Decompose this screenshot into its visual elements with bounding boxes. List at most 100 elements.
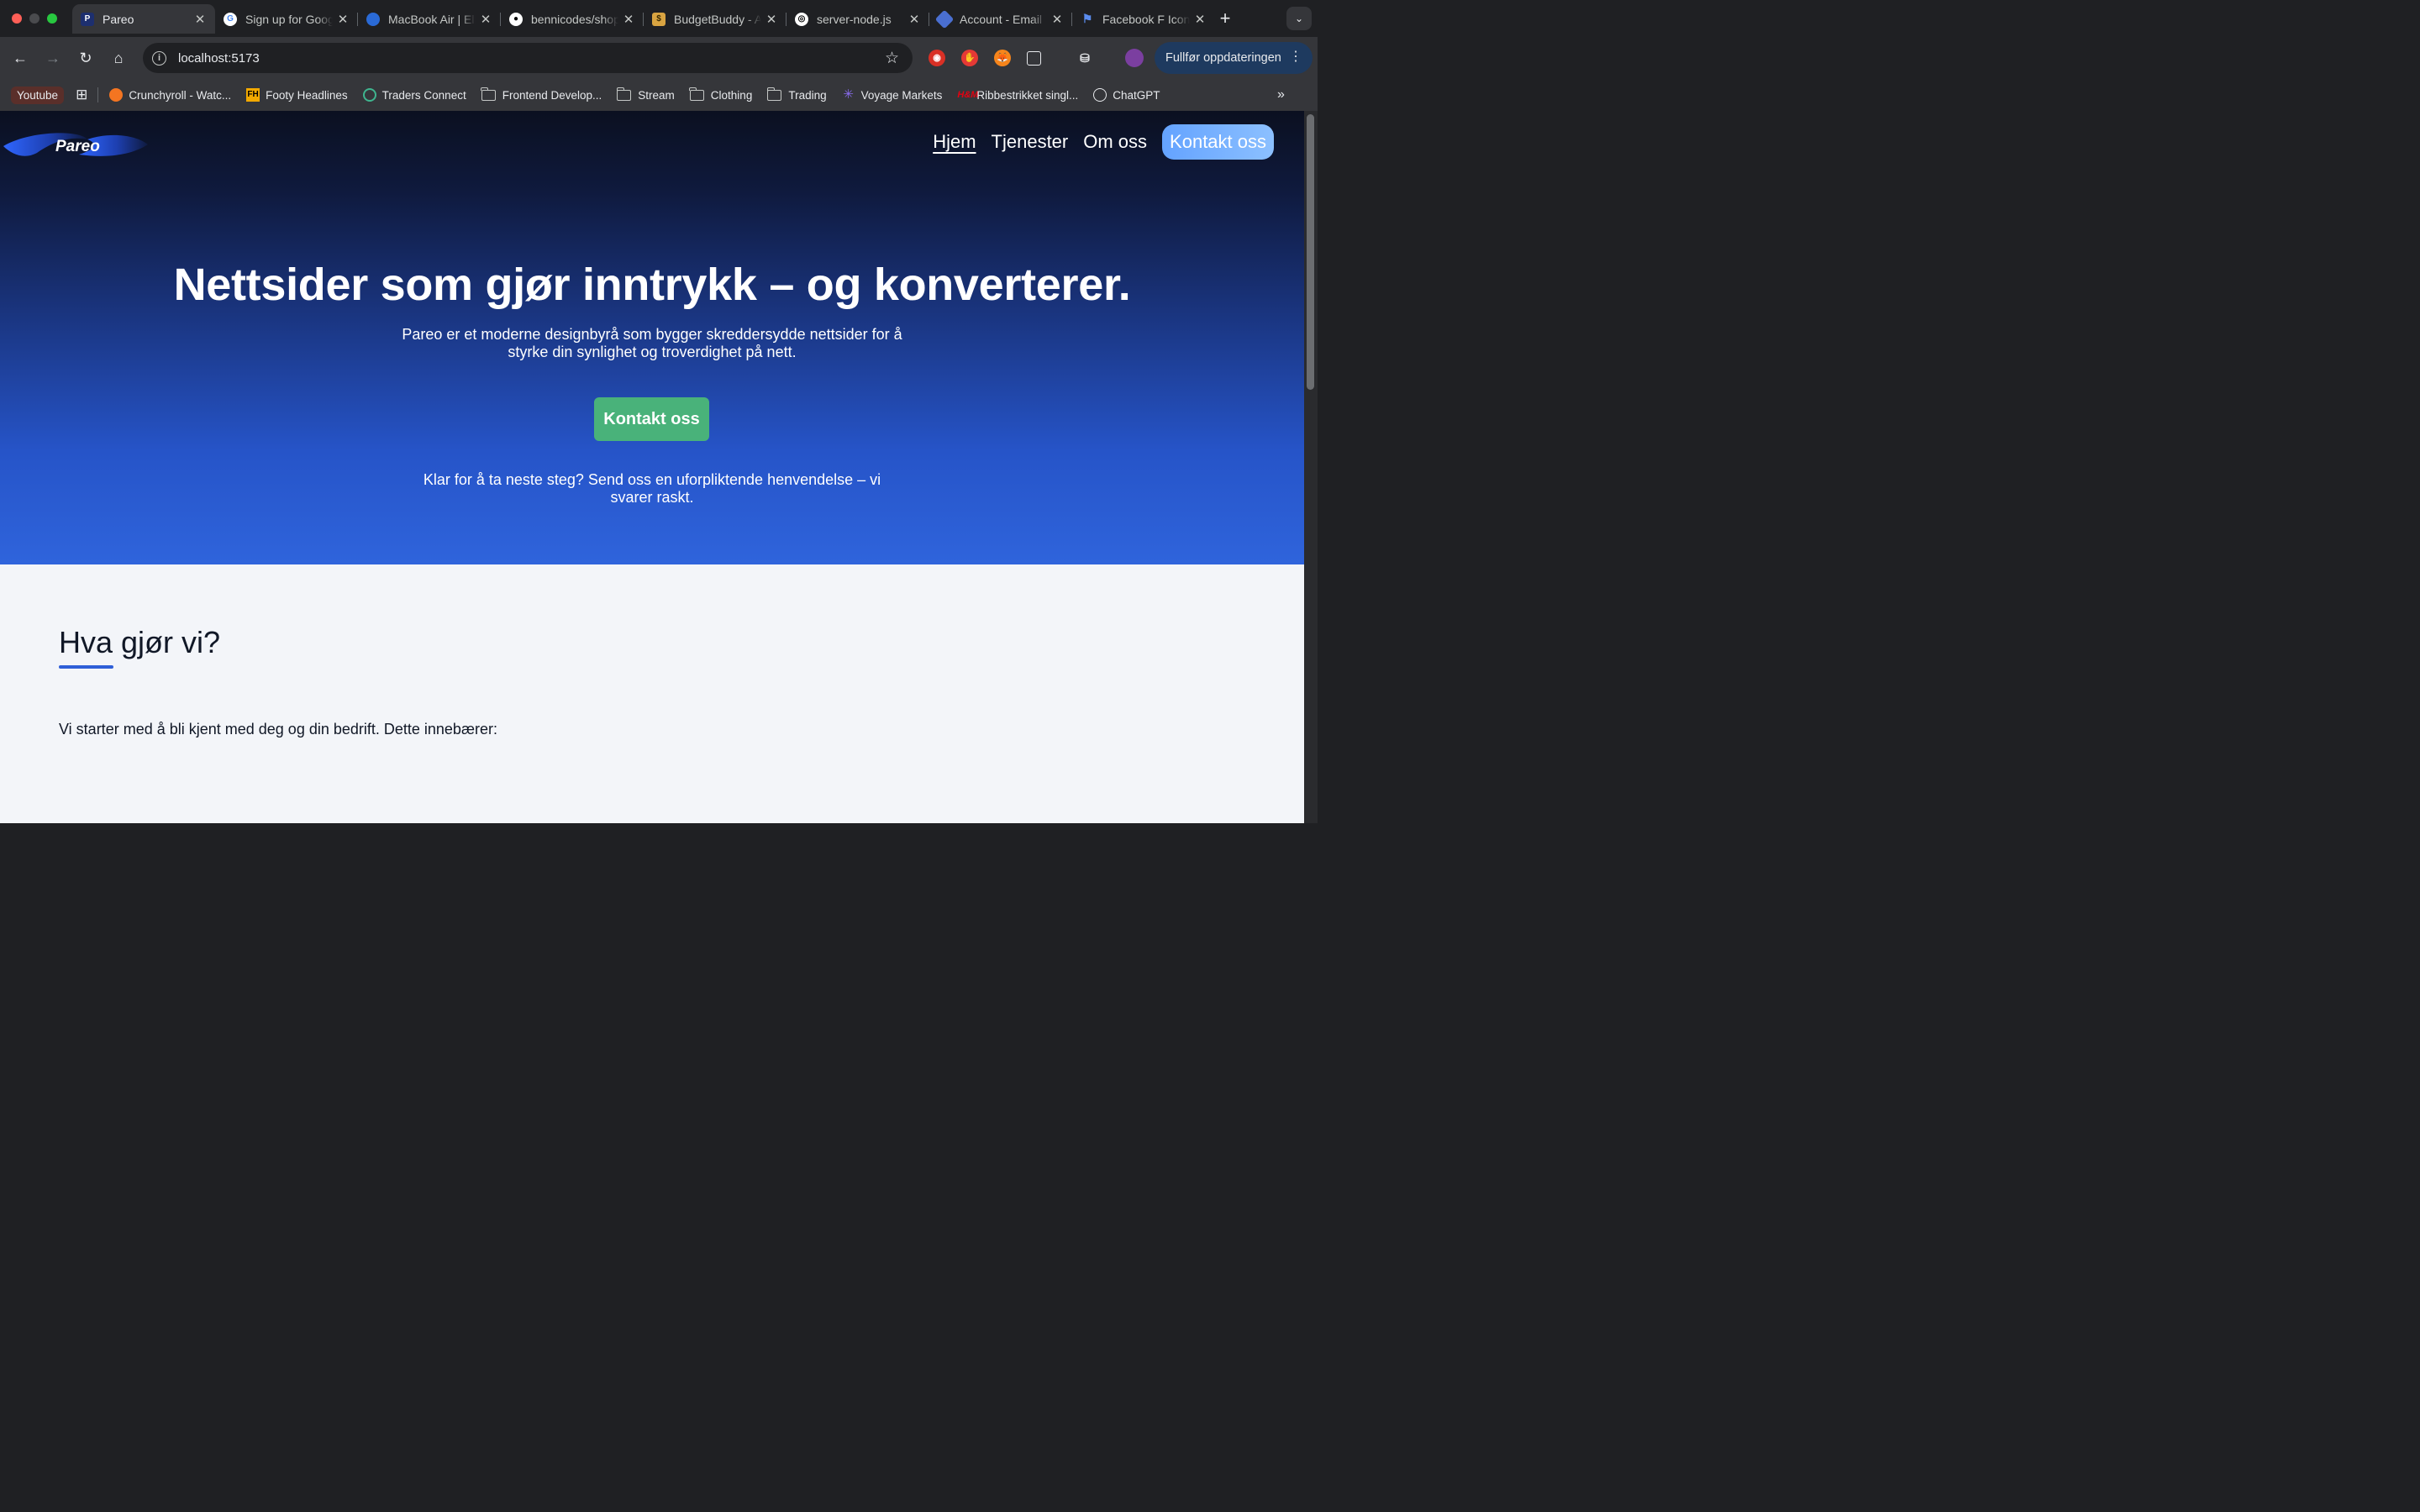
extension-red-icon[interactable]: ◉: [929, 50, 945, 66]
close-tab-icon[interactable]: ✕: [1193, 12, 1207, 27]
update-button[interactable]: Fullfør oppdateringen ⋮: [1155, 42, 1313, 74]
close-tab-icon[interactable]: ✕: [765, 12, 778, 27]
chatgpt-icon: ◎: [795, 12, 808, 26]
page-scrollbar[interactable]: [1304, 111, 1318, 823]
adblock-icon[interactable]: ✋: [961, 50, 978, 66]
folder-icon: [689, 87, 704, 101]
url-text[interactable]: localhost:5173: [178, 51, 885, 66]
close-window-button[interactable]: [12, 13, 22, 24]
hm-icon: H&M: [957, 90, 979, 100]
tab-facebook-icon[interactable]: ⚑ Facebook F Icon ✕: [1072, 4, 1215, 34]
update-label: Fullfør oppdateringen: [1165, 51, 1281, 65]
bookmark-star-icon[interactable]: ☆: [885, 49, 899, 68]
tab-budgetbuddy[interactable]: $ BudgetBuddy - App ✕: [644, 4, 786, 34]
bookmark-youtube[interactable]: Youtube: [11, 86, 65, 104]
bookmark-label: Traders Connect: [381, 88, 466, 102]
github-icon: ●: [509, 12, 523, 26]
close-tab-icon[interactable]: ✕: [193, 12, 207, 27]
section-body: Vi starter med å bli kjent med deg og di…: [59, 721, 497, 738]
bookmark-hm[interactable]: H&M Ribbestrikket singl...: [957, 88, 1078, 102]
bookmark-folder-frontend[interactable]: Frontend Develop...: [481, 87, 602, 102]
bookmark-footy-headlines[interactable]: FH Footy Headlines: [246, 88, 348, 102]
tab-google[interactable]: G Sign up for Google ✕: [215, 4, 358, 34]
minimize-window-button[interactable]: [29, 13, 39, 24]
hero-section: Pareo Hjem Tjenester Om oss Kontakt oss …: [0, 111, 1304, 564]
tab-title: server-node.js: [817, 12, 892, 26]
close-tab-icon[interactable]: ✕: [622, 12, 635, 27]
forward-button[interactable]: →: [43, 48, 63, 68]
address-bar[interactable]: i localhost:5173 ☆: [143, 43, 913, 73]
tab-title: BudgetBuddy - App: [674, 12, 761, 26]
tab-title: Sign up for Google: [245, 12, 333, 26]
apps-grid-icon[interactable]: ⊞: [76, 87, 87, 103]
tab-account[interactable]: Account - Email ✕: [929, 4, 1072, 34]
bookmark-label: ChatGPT: [1113, 88, 1160, 102]
scrollbar-thumb[interactable]: [1307, 114, 1314, 390]
tab-title: Pareo: [103, 12, 134, 26]
browser-titlebar: P Pareo ✕ G Sign up for Google ✕ MacBook…: [0, 0, 1318, 37]
tab-title: Account - Email: [960, 12, 1043, 26]
nav-contact-button[interactable]: Kontakt oss: [1162, 124, 1274, 160]
tab-pareo[interactable]: P Pareo ✕: [72, 4, 215, 34]
bookmark-label: Trading: [788, 88, 827, 102]
flag-icon: ⚑: [1081, 12, 1093, 25]
crunchyroll-icon: [109, 88, 124, 102]
metamask-icon[interactable]: 🦊: [994, 50, 1011, 66]
google-icon: G: [224, 12, 237, 26]
bookmark-folder-clothing[interactable]: Clothing: [689, 87, 752, 102]
extensions-puzzle-icon[interactable]: [1027, 51, 1041, 66]
elkjop-icon: [366, 12, 380, 26]
logo-text[interactable]: Pareo: [55, 138, 100, 156]
bookmarks-divider: [97, 87, 99, 102]
tab-title: bennicodes/shop: [531, 12, 618, 26]
bookmark-voyage-markets[interactable]: ✳ Voyage Markets: [842, 87, 943, 102]
tab-search-button[interactable]: ⌄: [1286, 7, 1312, 30]
budget-icon: $: [652, 12, 666, 26]
close-tab-icon[interactable]: ✕: [336, 12, 350, 27]
bookmark-crunchyroll[interactable]: Crunchyroll - Watc...: [109, 88, 231, 102]
profile-avatar[interactable]: [1125, 49, 1144, 67]
tab-macbook[interactable]: MacBook Air | Elkjøp ✕: [358, 4, 501, 34]
bookmark-label: Footy Headlines: [266, 88, 348, 102]
nav-link-tjenester[interactable]: Tjenester: [992, 131, 1069, 153]
tab-title: Facebook F Icon: [1102, 12, 1190, 26]
hero-contact-button[interactable]: Kontakt oss: [594, 397, 709, 441]
more-bookmarks-icon[interactable]: »: [1277, 87, 1285, 102]
account-icon: [934, 9, 955, 29]
tab-server-node[interactable]: ◎ server-node.js ✕: [786, 4, 929, 34]
maximize-window-button[interactable]: [47, 13, 57, 24]
bookmark-folder-stream[interactable]: Stream: [616, 87, 675, 102]
home-button[interactable]: ⌂: [108, 48, 129, 68]
hero-note: Klar for å ta neste steg? Send oss en uf…: [423, 471, 881, 506]
browser-toolbar: ← → ↻ ⌂ i localhost:5173 ☆ ◉ ✋ 🦊 ⛁ Fullf…: [0, 37, 1318, 79]
bookmark-traders-connect[interactable]: Traders Connect: [362, 88, 466, 102]
voyage-icon: ✳: [843, 87, 854, 102]
reload-button[interactable]: ↻: [76, 48, 96, 68]
close-tab-icon[interactable]: ✕: [479, 12, 492, 27]
hero-subtitle: Pareo er et moderne designbyrå som bygge…: [402, 326, 902, 360]
bookmark-label: Frontend Develop...: [502, 88, 602, 102]
folder-icon: [766, 87, 782, 101]
bookmark-label: Voyage Markets: [860, 88, 943, 102]
kebab-menu-icon[interactable]: ⋮: [1289, 49, 1302, 66]
section-title: Hva gjør vi?: [59, 625, 221, 659]
back-button[interactable]: ←: [10, 48, 30, 68]
close-tab-icon[interactable]: ✕: [908, 12, 921, 27]
tab-strip: P Pareo ✕ G Sign up for Google ✕ MacBook…: [72, 4, 1215, 34]
services-section: Hva gjør vi? Vi starter med å bli kjent …: [0, 564, 1304, 823]
tab-github[interactable]: ● bennicodes/shop ✕: [501, 4, 644, 34]
site-info-icon[interactable]: i: [152, 50, 166, 66]
bookmark-chatgpt[interactable]: ChatGPT: [1093, 88, 1160, 102]
bookmarks-bar: Youtube ⊞ Crunchyroll - Watc... FH Footy …: [0, 79, 1318, 111]
bookmark-folder-trading[interactable]: Trading: [766, 87, 827, 102]
folder-icon: [481, 87, 496, 101]
nav-link-hjem[interactable]: Hjem: [933, 131, 976, 153]
traders-icon: [362, 88, 376, 102]
close-tab-icon[interactable]: ✕: [1050, 12, 1064, 27]
nav-link-om-oss[interactable]: Om oss: [1083, 131, 1147, 153]
pareo-favicon: P: [81, 12, 94, 26]
incognito-icon[interactable]: ⛁: [1076, 50, 1093, 66]
tab-title: MacBook Air | Elkjøp: [388, 12, 476, 26]
new-tab-button[interactable]: +: [1215, 8, 1235, 29]
bookmark-label: Ribbestrikket singl...: [976, 88, 1079, 102]
